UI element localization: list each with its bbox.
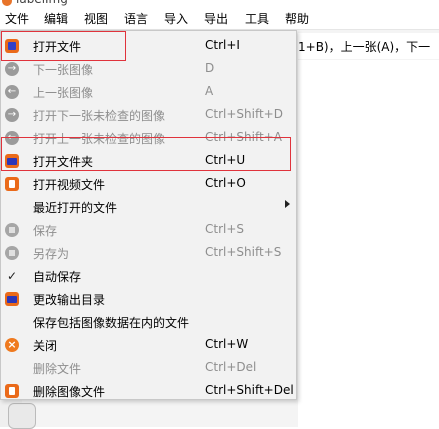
menu-item-shortcut: A	[205, 84, 214, 98]
menu-item-prev-unchecked[interactable]: ← 打开上一张未检查的图像 Ctrl+Shift+A	[1, 127, 297, 149]
menu-item-shortcut: Ctrl+Shift+A	[205, 130, 282, 144]
delete-image-icon	[5, 384, 19, 398]
window-title: labelImg	[16, 0, 68, 6]
shortcut-hint: 1+B)，上一张(A)，下一	[298, 40, 431, 54]
menu-import[interactable]: 导入	[162, 11, 190, 27]
menu-item-label: 上一张图像	[33, 86, 94, 100]
menu-item-change-output-dir[interactable]: 更改输出目录	[1, 288, 297, 310]
menu-item-shortcut: Ctrl+W	[205, 337, 249, 351]
save-as-icon	[5, 246, 19, 260]
menu-edit[interactable]: 编辑	[42, 11, 70, 27]
menu-item-open-video[interactable]: 打开视频文件 Ctrl+O	[1, 173, 297, 195]
menu-item-shortcut: Ctrl+S	[205, 222, 245, 236]
menu-item-open-file[interactable]: 打开文件 Ctrl+I	[1, 35, 297, 57]
menu-item-shortcut: D	[205, 61, 215, 75]
menu-language[interactable]: 语言	[122, 11, 150, 27]
check-icon: ✓	[6, 269, 18, 283]
open-file-icon	[5, 39, 19, 53]
menu-item-label: 保存包括图像数据在内的文件	[33, 316, 190, 330]
menu-item-shortcut: Ctrl+Shift+S	[205, 245, 282, 259]
menu-item-shortcut: Ctrl+U	[205, 153, 246, 167]
toolbar-tool-icon[interactable]	[8, 403, 36, 429]
menu-export[interactable]: 导出	[202, 11, 230, 27]
menu-item-label: 删除图像文件	[33, 385, 106, 399]
prev-image-icon: ←	[5, 85, 19, 99]
menu-item-recent-files[interactable]: 最近打开的文件	[1, 196, 297, 218]
save-icon	[5, 223, 19, 237]
menu-item-label: 自动保存	[33, 270, 82, 284]
menu-bar: 文件 编辑 视图 语言 导入 导出 工具 帮助	[0, 9, 439, 30]
menu-item-label: 打开文件夹	[33, 155, 94, 169]
menu-item-close[interactable]: × 关闭 Ctrl+W	[1, 334, 297, 356]
menu-item-label: 打开上一张未检查的图像	[33, 132, 166, 146]
change-dir-icon	[5, 292, 19, 306]
app-icon	[2, 0, 12, 6]
menu-item-next-image[interactable]: → 下一张图像 D	[1, 58, 297, 80]
menu-item-label: 另存为	[33, 247, 70, 261]
menu-item-shortcut: Ctrl+Shift+Del	[205, 383, 294, 397]
menu-item-open-folder[interactable]: 打开文件夹 Ctrl+U	[1, 150, 297, 172]
next-image-icon: →	[5, 62, 19, 76]
menu-item-shortcut: Ctrl+I	[205, 38, 240, 52]
menu-item-label: 更改输出目录	[33, 293, 106, 307]
menu-item-prev-image[interactable]: ← 上一张图像 A	[1, 81, 297, 103]
menu-item-label: 保存	[33, 224, 58, 238]
prev-unchecked-icon: ←	[5, 131, 19, 145]
open-video-icon	[5, 177, 19, 191]
menu-item-label: 最近打开的文件	[33, 201, 118, 215]
menu-item-auto-save[interactable]: ✓ 自动保存	[1, 265, 297, 287]
menu-item-label: 删除文件	[33, 362, 82, 376]
menu-item-save-as[interactable]: 另存为 Ctrl+Shift+S	[1, 242, 297, 264]
menu-view[interactable]: 视图	[82, 11, 110, 27]
open-folder-icon	[5, 154, 19, 168]
menu-item-label: 打开视频文件	[33, 178, 106, 192]
menu-item-label: 关闭	[33, 339, 58, 353]
menu-item-label: 打开文件	[33, 40, 82, 54]
hint-panel: 1+B)，上一张(A)，下一	[298, 33, 439, 59]
title-bar: labelImg	[0, 0, 439, 9]
menu-item-delete-image-file[interactable]: 删除图像文件 Ctrl+Shift+Del	[1, 380, 297, 402]
next-unchecked-icon: →	[5, 108, 19, 122]
menu-item-save[interactable]: 保存 Ctrl+S	[1, 219, 297, 241]
submenu-arrow-icon	[285, 200, 290, 208]
menu-item-label: 打开下一张未检查的图像	[33, 109, 166, 123]
menu-item-shortcut: Ctrl+Shift+D	[205, 107, 283, 121]
menu-item-next-unchecked[interactable]: → 打开下一张未检查的图像 Ctrl+Shift+D	[1, 104, 297, 126]
menu-item-delete-file[interactable]: 删除文件 Ctrl+Del	[1, 357, 297, 379]
close-icon: ×	[5, 338, 19, 352]
menu-tools[interactable]: 工具	[243, 11, 271, 27]
menu-help[interactable]: 帮助	[283, 11, 311, 27]
menu-file[interactable]: 文件	[3, 11, 31, 27]
menu-item-save-with-image-data[interactable]: 保存包括图像数据在内的文件	[1, 311, 297, 333]
canvas[interactable]	[298, 60, 439, 427]
file-menu: 打开文件 Ctrl+I → 下一张图像 D ← 上一张图像 A → 打开下一张未…	[0, 30, 297, 400]
menu-item-shortcut: Ctrl+O	[205, 176, 246, 190]
menu-item-shortcut: Ctrl+Del	[205, 360, 257, 374]
menu-item-label: 下一张图像	[33, 63, 94, 77]
